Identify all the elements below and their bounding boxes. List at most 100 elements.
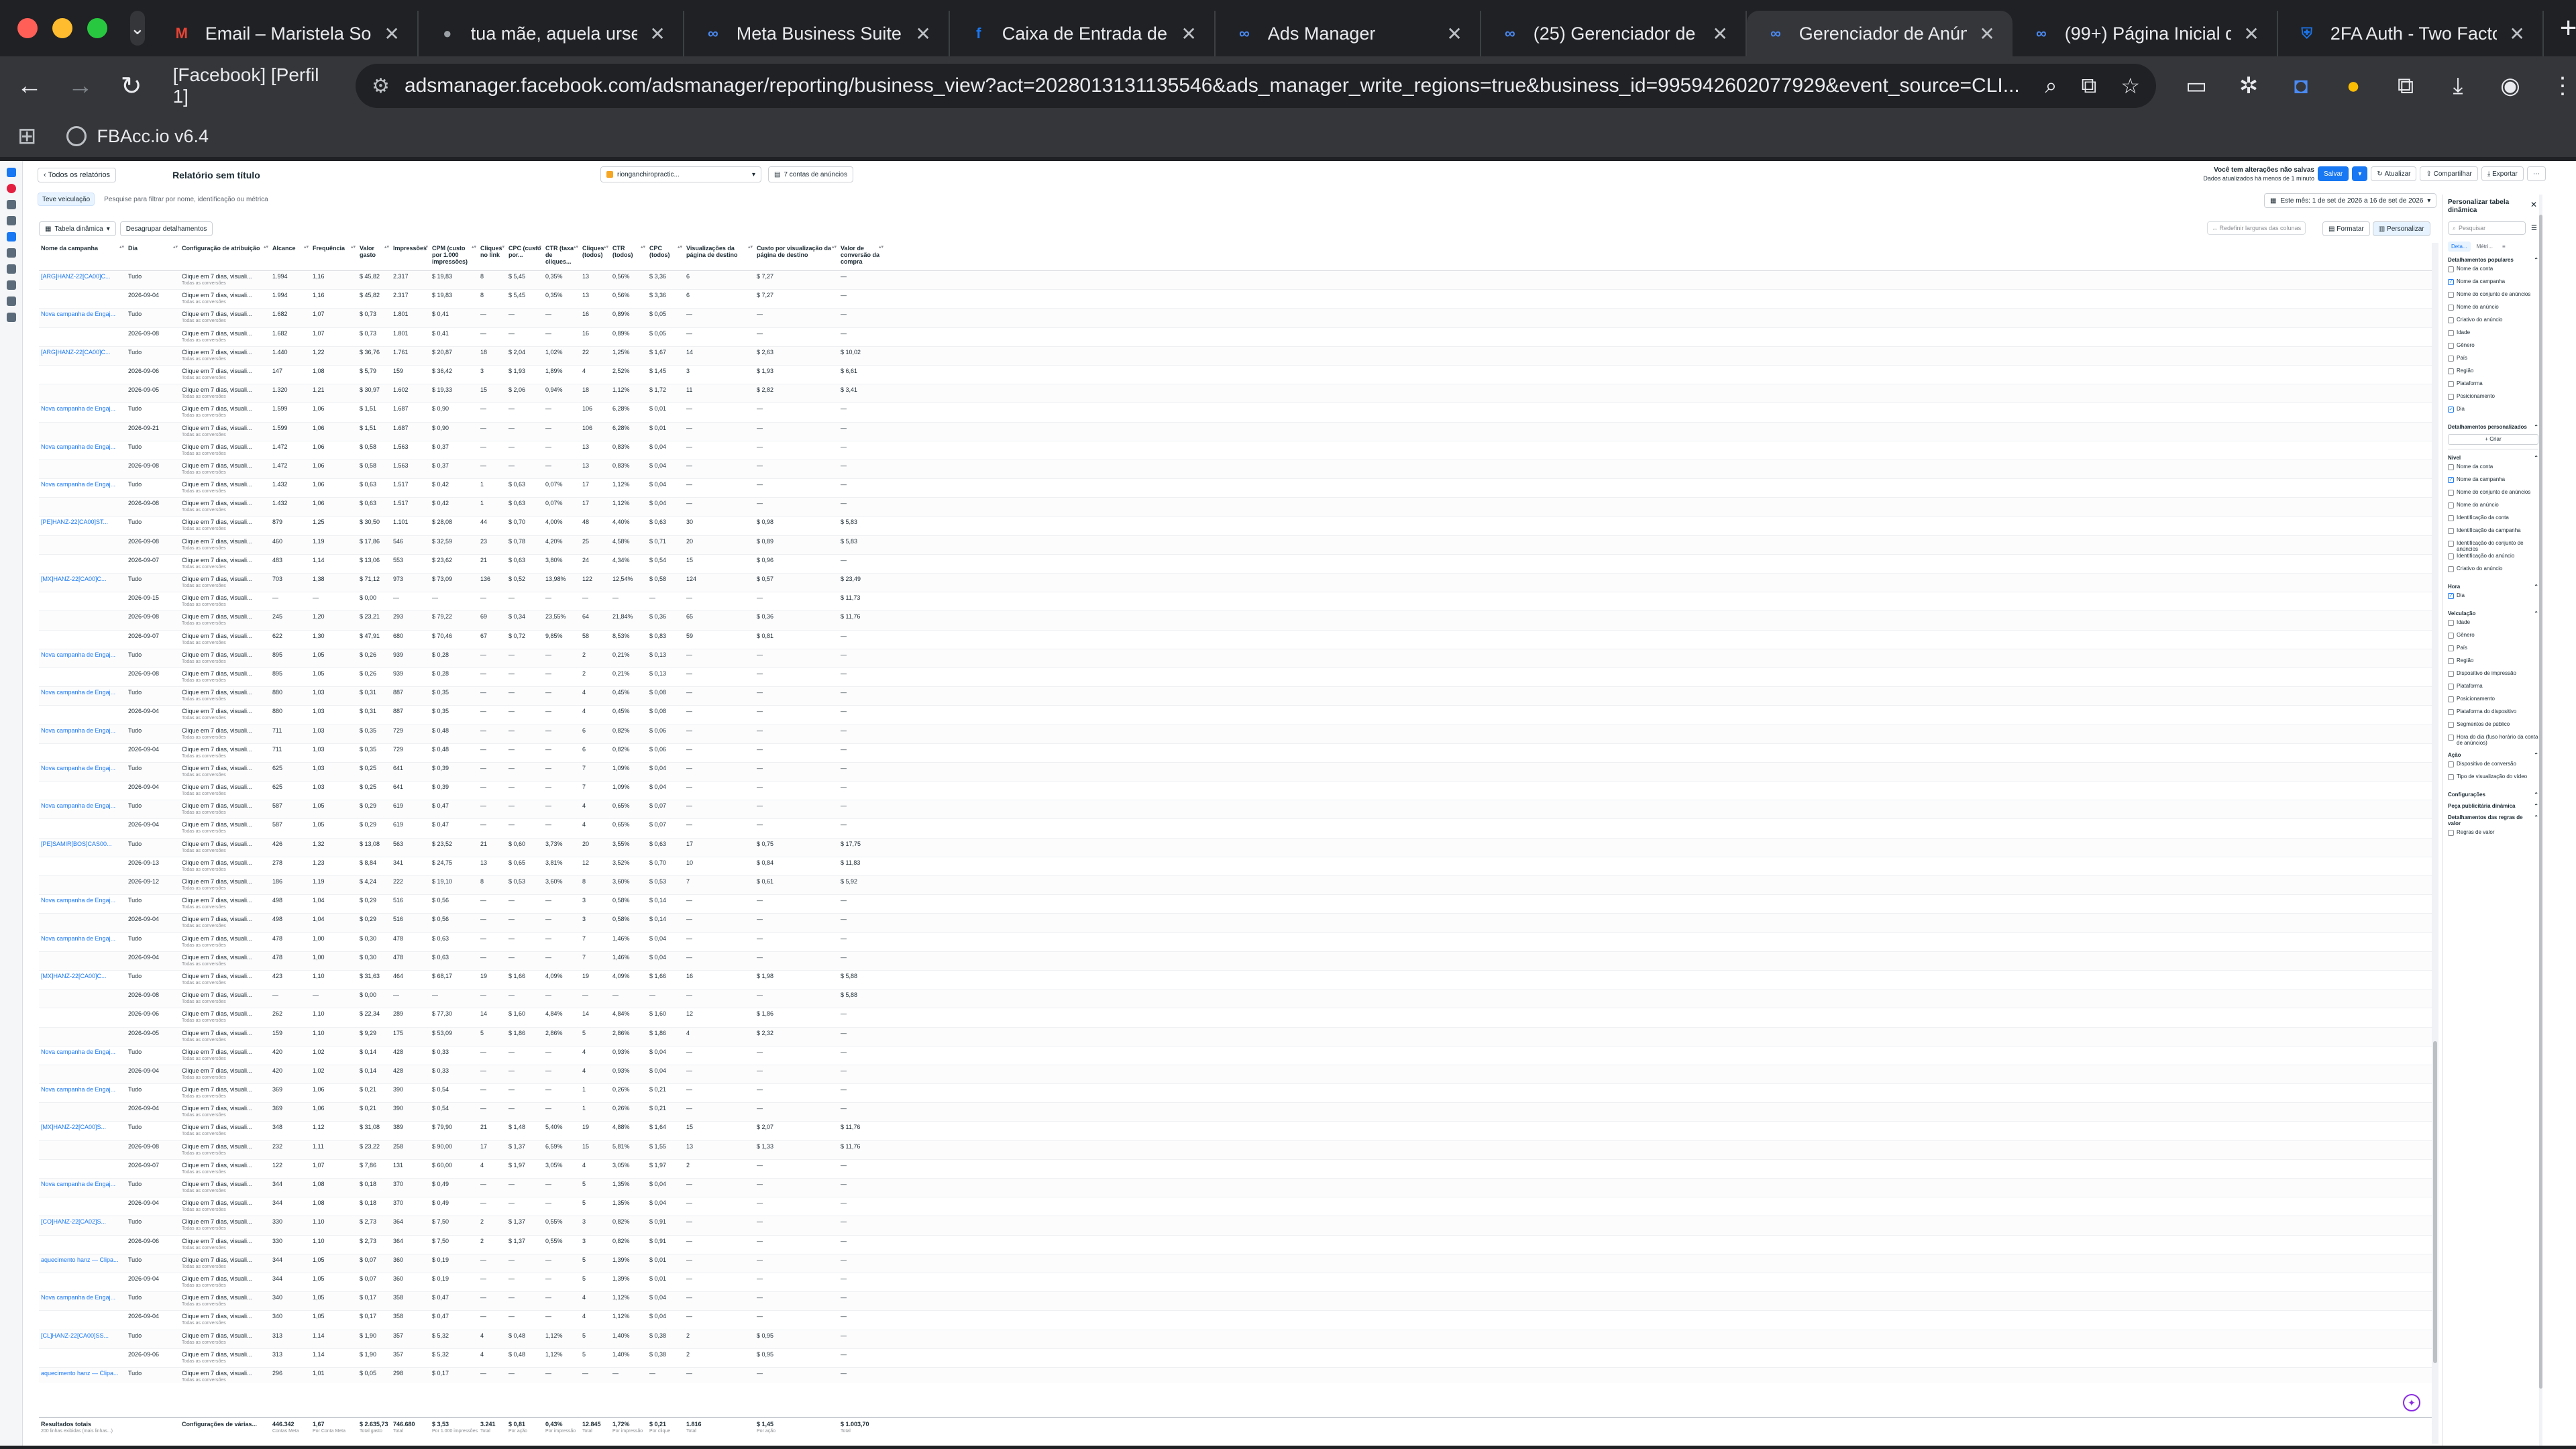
panel-option[interactable]: Plataforma — [2448, 683, 2538, 696]
campaign-name-cell[interactable]: [MX]HANZ-22[CA00]S... — [39, 1122, 126, 1140]
table-row[interactable]: Nova campanha de Engaj... Tudo Clique em 7… — [39, 1084, 2432, 1104]
table-row[interactable]: Nova campanha de Engaj... Tudo Clique em 7… — [39, 895, 2432, 914]
column-header[interactable]: Alcance — [270, 243, 311, 270]
panel-option[interactable]: País — [2448, 645, 2538, 657]
address-bar[interactable]: ⚙ adsmanager.facebook.com/adsmanager/rep… — [356, 64, 2157, 108]
customize-button[interactable]: ▥ Personalizar — [2372, 221, 2430, 236]
assistant-icon[interactable]: ✦ — [2403, 1394, 2420, 1411]
meta-logo-icon[interactable] — [6, 168, 16, 177]
table-row[interactable]: [CL]HANZ-22[CA00]SS... Tudo Clique em 7 di… — [39, 1330, 2432, 1349]
browser-tab[interactable]: ∞ Ads Manager ✕ — [1216, 11, 1481, 56]
table-row[interactable]: 2026-09-04 Clique em 7 dias, visuali... To… — [39, 1103, 2432, 1122]
campaign-name-cell[interactable]: Nova campanha de Engaj... — [39, 895, 126, 913]
table-row[interactable]: 2026-09-13 Clique em 7 dias, visuali... To… — [39, 857, 2432, 876]
panel-section-header[interactable]: Detalhamentos personalizados ⌃ — [2448, 424, 2538, 430]
panel-section-header[interactable]: Configurações ⌃ — [2448, 792, 2538, 798]
campaign-name-cell[interactable]: Nova campanha de Engaj... — [39, 800, 126, 818]
column-header[interactable]: Nome da campanha — [39, 243, 126, 270]
filter-search-input[interactable]: Pesquise para filtrar por nome, identifi… — [104, 196, 268, 203]
table-row[interactable]: aquecimento hanz — Clipa... Tudo Clique em… — [39, 1367, 2432, 1383]
panel-option[interactable]: ✓ Nome da campanha — [2448, 278, 2538, 291]
tab-search-button[interactable]: ⌄ — [130, 11, 145, 46]
campaign-name-cell[interactable]: Nova campanha de Engaj... — [39, 1292, 126, 1310]
table-row[interactable]: 2026-09-04 Clique em 7 dias, visuali... To… — [39, 914, 2432, 933]
campaign-name-cell[interactable] — [39, 706, 126, 724]
panel-option[interactable]: Segmentos de público — [2448, 721, 2538, 734]
table-row[interactable]: aquecimento hanz — Clipa... Tudo Clique em… — [39, 1254, 2432, 1273]
minimize-window-button[interactable] — [52, 18, 72, 38]
panel-option[interactable]: Identificação da campanha — [2448, 527, 2538, 540]
save-button[interactable]: Salvar — [2318, 166, 2349, 181]
close-tab-icon[interactable]: ✕ — [915, 23, 930, 45]
table-row[interactable]: [ARG]HANZ-22[CA00]C... Tudo Clique em 7 di… — [39, 346, 2432, 366]
table-row[interactable]: 2026-09-08 Clique em 7 dias, visuali... To… — [39, 611, 2432, 631]
campaign-name-cell[interactable]: Nova campanha de Engaj... — [39, 933, 126, 951]
campaign-name-cell[interactable] — [39, 989, 126, 1008]
table-row[interactable]: [MX]HANZ-22[CA00]C... Tudo Clique em 7 dia… — [39, 574, 2432, 593]
account-icon[interactable]: ◉ — [2497, 72, 2524, 99]
table-row[interactable]: 2026-09-08 Clique em 7 dias, visuali... To… — [39, 989, 2432, 1009]
table-row[interactable]: 2026-09-07 Clique em 7 dias, visuali... To… — [39, 1160, 2432, 1179]
table-row[interactable]: 2026-09-04 Clique em 7 dias, visuali... To… — [39, 951, 2432, 971]
table-row[interactable]: 2026-09-08 Clique em 7 dias, visuali... To… — [39, 1140, 2432, 1160]
campaign-name-cell[interactable] — [39, 1141, 126, 1159]
campaign-name-cell[interactable]: [MX]HANZ-22[CA00]C... — [39, 971, 126, 989]
column-header[interactable]: CPM (custo por 1.000 impressões) — [430, 243, 478, 270]
checkbox[interactable] — [2448, 381, 2454, 387]
campaign-name-cell[interactable] — [39, 498, 126, 516]
table-row[interactable]: Nova campanha de Engaj... Tudo Clique em 7… — [39, 762, 2432, 782]
table-row[interactable]: [MX]HANZ-22[CA00]S... Tudo Clique em 7 dia… — [39, 1122, 2432, 1141]
panel-option[interactable]: Regras de valor — [2448, 829, 2538, 842]
campaign-name-cell[interactable] — [39, 668, 126, 686]
panel-option[interactable]: Plataforma do dispositivo — [2448, 708, 2538, 721]
table-row[interactable]: 2026-09-07 Clique em 7 dias, visuali... To… — [39, 555, 2432, 574]
campaign-name-cell[interactable]: Nova campanha de Engaj... — [39, 763, 126, 781]
table-row[interactable]: 2026-09-05 Clique em 7 dias, visuali... To… — [39, 1027, 2432, 1046]
panel-option[interactable]: Dispositivo de impressão — [2448, 670, 2538, 683]
campaign-name-cell[interactable] — [39, 1008, 126, 1026]
create-breakdown-button[interactable]: + Criar — [2448, 434, 2538, 445]
table-row[interactable]: 2026-09-04 Clique em 7 dias, visuali... To… — [39, 1311, 2432, 1330]
browser-tab[interactable]: ∞ (99+) Página Inicial d ✕ — [2012, 11, 2278, 56]
campaign-name-cell[interactable] — [39, 1311, 126, 1329]
checkbox[interactable] — [2448, 658, 2454, 664]
nav-menu-icon[interactable] — [6, 313, 16, 322]
nav-reports-icon[interactable] — [6, 232, 16, 241]
browser-tab[interactable]: ∞ Gerenciador de Anún ✕ — [1746, 11, 2012, 56]
table-row[interactable]: 2026-09-06 Clique em 7 dias, visuali... To… — [39, 1236, 2432, 1254]
campaign-name-cell[interactable] — [39, 1065, 126, 1083]
campaign-name-cell[interactable]: Nova campanha de Engaj... — [39, 1046, 126, 1065]
panel-option[interactable]: Idade — [2448, 619, 2538, 632]
campaign-name-cell[interactable] — [39, 423, 126, 441]
column-header[interactable]: Configuração de atribuição — [180, 243, 270, 270]
nav-billing-icon[interactable] — [6, 264, 16, 274]
panel-tab[interactable]: ≡ — [2499, 241, 2509, 252]
panel-section-header[interactable]: Detalhamentos populares ⌃ — [2448, 257, 2538, 263]
new-tab-button[interactable]: + — [2560, 11, 2576, 45]
campaign-name-cell[interactable] — [39, 1236, 126, 1254]
campaign-name-cell[interactable] — [39, 1349, 126, 1367]
panel-option[interactable]: Identificação do conjunto de anúncios — [2448, 540, 2538, 553]
checkbox[interactable]: ✓ — [2448, 593, 2454, 599]
table-row[interactable]: 2026-09-04 Clique em 7 dias, visuali... To… — [39, 819, 2432, 839]
checkbox[interactable] — [2448, 490, 2454, 496]
close-tab-icon[interactable]: ✕ — [2509, 23, 2524, 45]
table-row[interactable]: 2026-09-04 Clique em 7 dias, visuali... To… — [39, 1273, 2432, 1293]
more-options-button[interactable]: ⋯ — [2526, 166, 2546, 181]
campaign-name-cell[interactable] — [39, 819, 126, 837]
download-icon[interactable]: ⤓ — [2445, 73, 2471, 99]
checkbox[interactable] — [2448, 645, 2454, 651]
campaign-name-cell[interactable] — [39, 1103, 126, 1121]
table-row[interactable]: 2026-09-04 Clique em 7 dias, visuali... To… — [39, 782, 2432, 801]
campaign-name-cell[interactable]: [MX]HANZ-22[CA00]C... — [39, 574, 126, 592]
campaign-name-cell[interactable] — [39, 328, 126, 346]
panel-option[interactable]: País — [2448, 355, 2538, 368]
checkbox[interactable] — [2448, 633, 2454, 639]
filter-chip[interactable]: Teve veiculação — [38, 193, 95, 206]
reload-button[interactable]: ↻ — [110, 64, 153, 107]
panel-scrollbar[interactable] — [2539, 195, 2542, 1446]
browser-tab[interactable]: f Caixa de Entrada de ✕ — [950, 11, 1216, 56]
column-header[interactable]: Dia — [126, 243, 180, 270]
table-row[interactable]: 2026-09-08 Clique em 7 dias, visuali... To… — [39, 498, 2432, 517]
bitwarden-icon[interactable]: ◘ — [2288, 73, 2314, 99]
